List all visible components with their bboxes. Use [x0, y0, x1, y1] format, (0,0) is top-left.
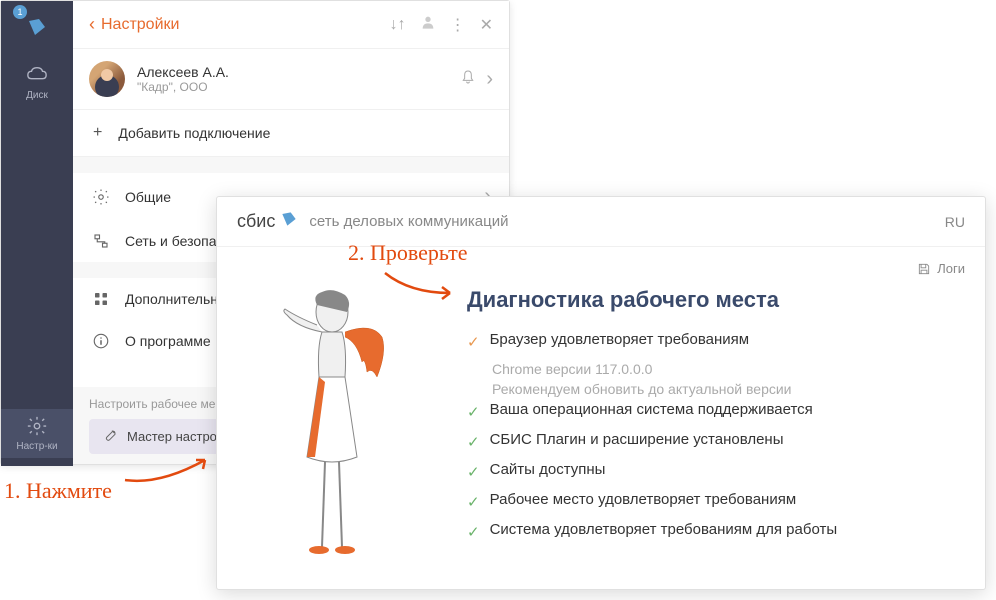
avatar: [89, 61, 125, 97]
diag-body: Логи Диагностика рабочего места ✓ Браузер…: [217, 247, 985, 587]
diag-header: сбис сеть деловых коммуникаций RU: [217, 197, 985, 247]
grid-icon: [91, 290, 111, 308]
diag-check-text: Система удовлетворяет требованиям для ра…: [490, 521, 965, 538]
diag-check-text: Рабочее место удовлетворяет требованиям: [490, 491, 965, 508]
user-org: "Кадр", ООО: [137, 80, 460, 94]
notification-badge: 1: [13, 5, 27, 19]
check-warn-icon: ✓: [467, 333, 480, 351]
diagnostics-window: сбис сеть деловых коммуникаций RU Логи: [216, 196, 986, 590]
diag-title: Диагностика рабочего места: [467, 287, 965, 313]
check-ok-icon: ✓: [467, 463, 480, 481]
check-ok-icon: ✓: [467, 433, 480, 451]
diag-check-item: ✓ Сайты доступны: [467, 461, 965, 481]
back-chevron-icon[interactable]: ‹: [89, 14, 95, 35]
info-icon: [91, 332, 111, 350]
close-icon[interactable]: ✕: [480, 15, 493, 35]
diag-check-text: Ваша операционная система поддерживается: [490, 401, 965, 418]
diag-check-item: ✓ Система удовлетворяет требованиям для р…: [467, 521, 965, 541]
app-sidebar: 1 Диск Настр-ки: [1, 1, 73, 466]
check-ok-icon: ✓: [467, 493, 480, 511]
sidebar-item-label: Диск: [26, 90, 48, 101]
annotation-step1: 1. Нажмите: [4, 478, 112, 504]
gear-icon: [26, 415, 48, 437]
add-connection-row[interactable]: + Добавить подключение: [73, 110, 509, 157]
language-switch[interactable]: RU: [945, 214, 965, 230]
check-ok-icon: ✓: [467, 523, 480, 541]
diag-logo-icon: [279, 209, 299, 234]
logs-link[interactable]: Логи: [917, 261, 965, 276]
network-icon: [91, 232, 111, 250]
cloud-icon: [26, 64, 48, 86]
diag-logo-text: сбис: [237, 211, 275, 232]
sidebar-item-disk[interactable]: Диск: [26, 64, 48, 101]
menu-label: О программе: [125, 333, 211, 349]
diag-check-text: Сайты доступны: [490, 461, 965, 478]
check-ok-icon: ✓: [467, 403, 480, 421]
sort-icon[interactable]: ↓↑: [390, 16, 406, 34]
gear-icon: [91, 188, 111, 206]
sidebar-item-settings[interactable]: Настр-ки: [1, 409, 73, 458]
more-icon[interactable]: ⋮: [450, 15, 466, 35]
chevron-right-icon: ›: [486, 68, 493, 91]
logs-label: Логи: [937, 261, 965, 276]
diag-check-item: ✓ Ваша операционная система поддерживаетс…: [467, 401, 965, 421]
section-divider: [73, 157, 509, 173]
diag-check-sub: Рекомендуем обновить до актуальной верси…: [492, 381, 965, 397]
wrench-icon: [103, 427, 119, 446]
app-logo-icon: [25, 15, 49, 44]
person-icon[interactable]: [420, 14, 436, 35]
panel-header: ‹ Настройки ↓↑ ⋮ ✕: [73, 1, 509, 49]
user-info: Алексеев А.А. "Кадр", ООО: [137, 64, 460, 94]
add-connection-label: Добавить подключение: [118, 125, 270, 141]
diag-check-sub: Chrome версии 117.0.0.0: [492, 361, 965, 377]
diag-subtitle: сеть деловых коммуникаций: [309, 213, 944, 230]
panel-title: Настройки: [101, 16, 376, 34]
plus-icon: +: [93, 124, 102, 142]
menu-label: Общие: [125, 189, 171, 205]
sidebar-item-label: Настр-ки: [16, 441, 57, 452]
diag-check-text: Браузер удовлетворяет требованиям: [490, 331, 965, 348]
diag-check-item: ✓ Рабочее место удовлетворяет требованиям: [467, 491, 965, 511]
diag-check-text: СБИС Плагин и расширение установлены: [490, 431, 965, 448]
diag-content: Диагностика рабочего места ✓ Браузер удов…: [437, 267, 965, 567]
woman-illustration: [237, 267, 437, 567]
diag-check-item: ✓ Браузер удовлетворяет требованиям: [467, 331, 965, 351]
user-name: Алексеев А.А.: [137, 64, 460, 80]
user-account-row[interactable]: Алексеев А.А. "Кадр", ООО ›: [73, 49, 509, 110]
bell-icon[interactable]: [460, 69, 476, 90]
save-icon: [917, 262, 931, 276]
diag-check-item: ✓ СБИС Плагин и расширение установлены: [467, 431, 965, 451]
